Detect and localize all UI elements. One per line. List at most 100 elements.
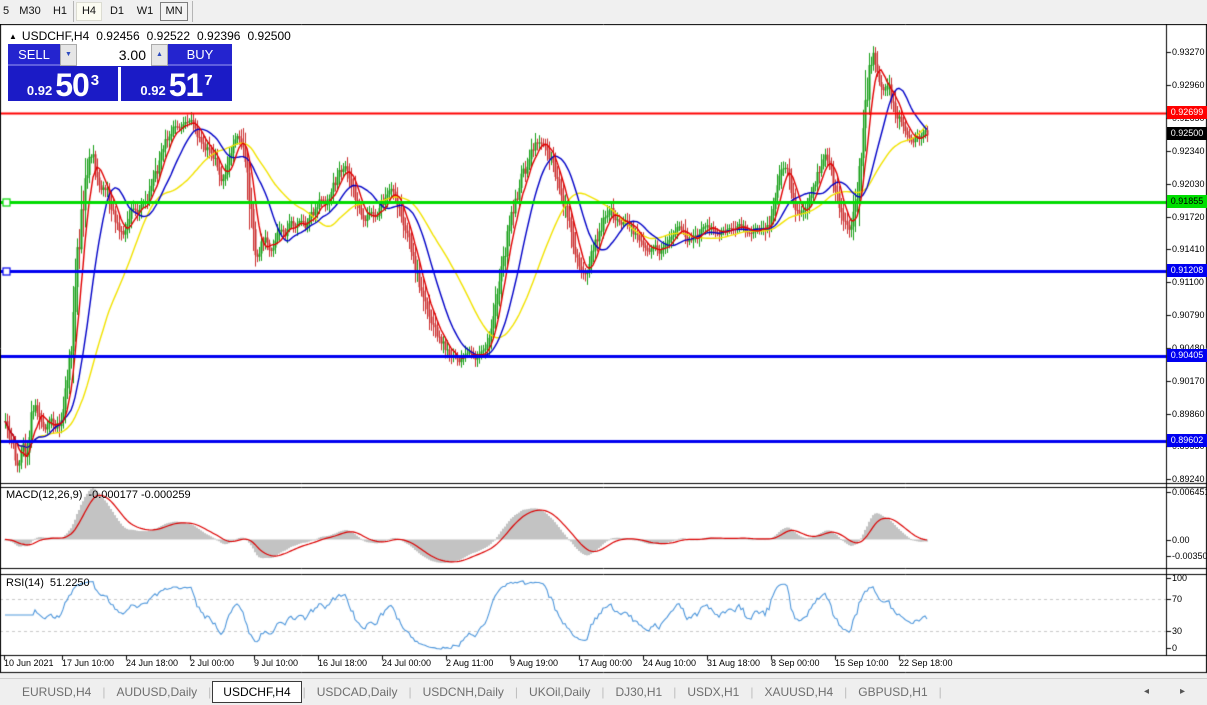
volume-increase-button[interactable]: ▲ [151, 44, 168, 66]
tab-divider: | [208, 685, 211, 699]
price-axis-label: 0.89240 [1172, 474, 1205, 484]
time-axis-label: 15 Sep 10:00 [835, 658, 889, 668]
time-axis-label: 10 Jun 2021 [4, 658, 54, 668]
price-axis-label: 0.90170 [1172, 376, 1205, 386]
tab-divider: | [601, 685, 604, 699]
buy-button[interactable]: BUY [168, 44, 232, 66]
price-axis-label: 0.92340 [1172, 146, 1205, 156]
ask-big-digits: 51 [169, 73, 203, 98]
collapse-arrow-icon: ▲ [9, 32, 17, 41]
tab-usdcnh-daily[interactable]: USDCNH,Daily [413, 681, 514, 703]
chart-symbol: USDCHF,H4 [22, 29, 89, 43]
ohlc-high: 0.92522 [147, 29, 190, 43]
price-line-badge: 0.91855 [1167, 195, 1207, 208]
tab-usdchf-h4[interactable]: USDCHF,H4 [212, 681, 301, 703]
time-axis-label: 24 Aug 10:00 [643, 658, 696, 668]
tab-divider: | [673, 685, 676, 699]
tab-divider: | [102, 685, 105, 699]
bid-price-panel[interactable]: 0.92503 [8, 67, 118, 101]
time-axis-label: 22 Sep 18:00 [899, 658, 953, 668]
timeframe-button-h4[interactable]: H4 [76, 2, 102, 21]
bid-big-digits: 50 [55, 73, 89, 98]
price-axis-label: 0.89860 [1172, 409, 1205, 419]
time-axis-label: 31 Aug 18:00 [707, 658, 760, 668]
price-axis-label: 0.93270 [1172, 47, 1205, 57]
price-axis-label: 0.92960 [1172, 80, 1205, 90]
chart-title: ▲ USDCHF,H4 0.92456 0.92522 0.92396 0.92500 [9, 29, 298, 43]
tab-audusd-daily[interactable]: AUDUSD,Daily [106, 681, 207, 703]
rsi-name: RSI(14) [6, 577, 44, 589]
chart-canvas[interactable] [0, 0, 1207, 705]
price-axis-label: 0.91410 [1172, 244, 1205, 254]
tab-gbpusd-h1[interactable]: GBPUSD,H1 [848, 681, 937, 703]
timeframe-button-h1[interactable]: H1 [48, 2, 72, 21]
toolbar-separator [192, 1, 193, 22]
time-axis-label: 17 Jun 10:00 [62, 658, 114, 668]
time-axis-label: 9 Jul 10:00 [254, 658, 298, 668]
tab-divider: | [750, 685, 753, 699]
time-axis-label: 24 Jun 18:00 [126, 658, 178, 668]
timeframe-button-mn[interactable]: MN [160, 2, 188, 21]
time-axis-label: 9 Aug 19:00 [510, 658, 558, 668]
bid-prefix: 0.92 [27, 83, 52, 98]
rsi-value: 51.2250 [50, 577, 90, 589]
tab-eurusd-h4[interactable]: EURUSD,H4 [12, 681, 101, 703]
ohlc-close: 0.92500 [247, 29, 290, 43]
price-line-badge: 0.90405 [1167, 349, 1207, 362]
time-axis-label: 8 Sep 00:00 [771, 658, 820, 668]
tab-usdcad-daily[interactable]: USDCAD,Daily [307, 681, 408, 703]
tabs-scroll-right-icon[interactable]: ▸ [1180, 686, 1185, 697]
ohlc-open: 0.92456 [96, 29, 139, 43]
price-axis-label: 0.90790 [1172, 310, 1205, 320]
macd-axis-label: -0.003507 [1172, 551, 1207, 561]
sell-button[interactable]: SELL [8, 44, 60, 66]
rsi-indicator-label: RSI(14) 51.2250 [6, 577, 90, 589]
timeframe-button-5[interactable]: 5 [0, 2, 12, 21]
tab-divider: | [844, 685, 847, 699]
time-axis-label: 17 Aug 00:00 [579, 658, 632, 668]
tab-dj30-h1[interactable]: DJ30,H1 [606, 681, 673, 703]
ohlc-low: 0.92396 [197, 29, 240, 43]
tab-divider: | [515, 685, 518, 699]
macd-name: MACD(12,26,9) [6, 489, 82, 501]
price-axis-label: 0.92030 [1172, 179, 1205, 189]
macd-axis-label: 0.006451 [1172, 487, 1207, 497]
price-axis-label: 0.91100 [1172, 277, 1204, 287]
macd-axis-label: 0.00 [1172, 535, 1190, 545]
price-axis-label: 0.91720 [1172, 212, 1205, 222]
macd-indicator-label: MACD(12,26,9) -0.000177 -0.000259 [6, 489, 191, 501]
timeframe-button-w1[interactable]: W1 [132, 2, 158, 21]
timeframe-toolbar: 5M30H1H4D1W1MN [0, 0, 1207, 24]
tabs-scroll-left-icon[interactable]: ◂ [1144, 686, 1149, 697]
price-line-badge: 0.91208 [1167, 264, 1207, 277]
tab-ukoil-daily[interactable]: UKOil,Daily [519, 681, 600, 703]
macd-values: -0.000177 -0.000259 [88, 489, 190, 501]
time-axis-label: 2 Aug 11:00 [446, 658, 493, 668]
bid-pip-digit: 3 [91, 76, 99, 86]
time-axis-label: 16 Jul 18:00 [318, 658, 367, 668]
timeframe-button-d1[interactable]: D1 [104, 2, 130, 21]
volume-input[interactable]: 3.00 [77, 44, 151, 66]
rsi-axis-label: 0 [1172, 643, 1177, 653]
tab-xauusd-h4[interactable]: XAUUSD,H4 [754, 681, 843, 703]
one-click-trading-panel: SELL ▼ 3.00 ▲ BUY 0.92503 0.92517 [8, 44, 232, 101]
time-axis-label: 24 Jul 00:00 [382, 658, 431, 668]
tab-usdx-h1[interactable]: USDX,H1 [677, 681, 749, 703]
rsi-axis-label: 100 [1172, 573, 1187, 583]
ask-pip-digit: 7 [204, 76, 212, 86]
tab-divider: | [303, 685, 306, 699]
toolbar-separator [73, 1, 74, 22]
tab-divider: | [408, 685, 411, 699]
volume-decrease-button[interactable]: ▼ [60, 44, 77, 66]
rsi-axis-label: 70 [1172, 594, 1182, 604]
tab-divider: | [939, 685, 942, 699]
ask-price-panel[interactable]: 0.92 517 [121, 67, 232, 101]
price-line-badge: 0.92699 [1167, 106, 1207, 119]
price-line-badge: 0.92500 [1167, 127, 1207, 140]
ask-prefix: 0.92 [140, 83, 165, 98]
price-line-badge: 0.89602 [1167, 434, 1207, 447]
chart-tab-bar: EURUSD,H4|AUDUSD,Daily|USDCHF,H4|USDCAD,… [0, 678, 1207, 705]
rsi-axis-label: 30 [1172, 626, 1182, 636]
timeframe-button-m30[interactable]: M30 [14, 2, 46, 21]
time-axis-label: 2 Jul 00:00 [190, 658, 234, 668]
